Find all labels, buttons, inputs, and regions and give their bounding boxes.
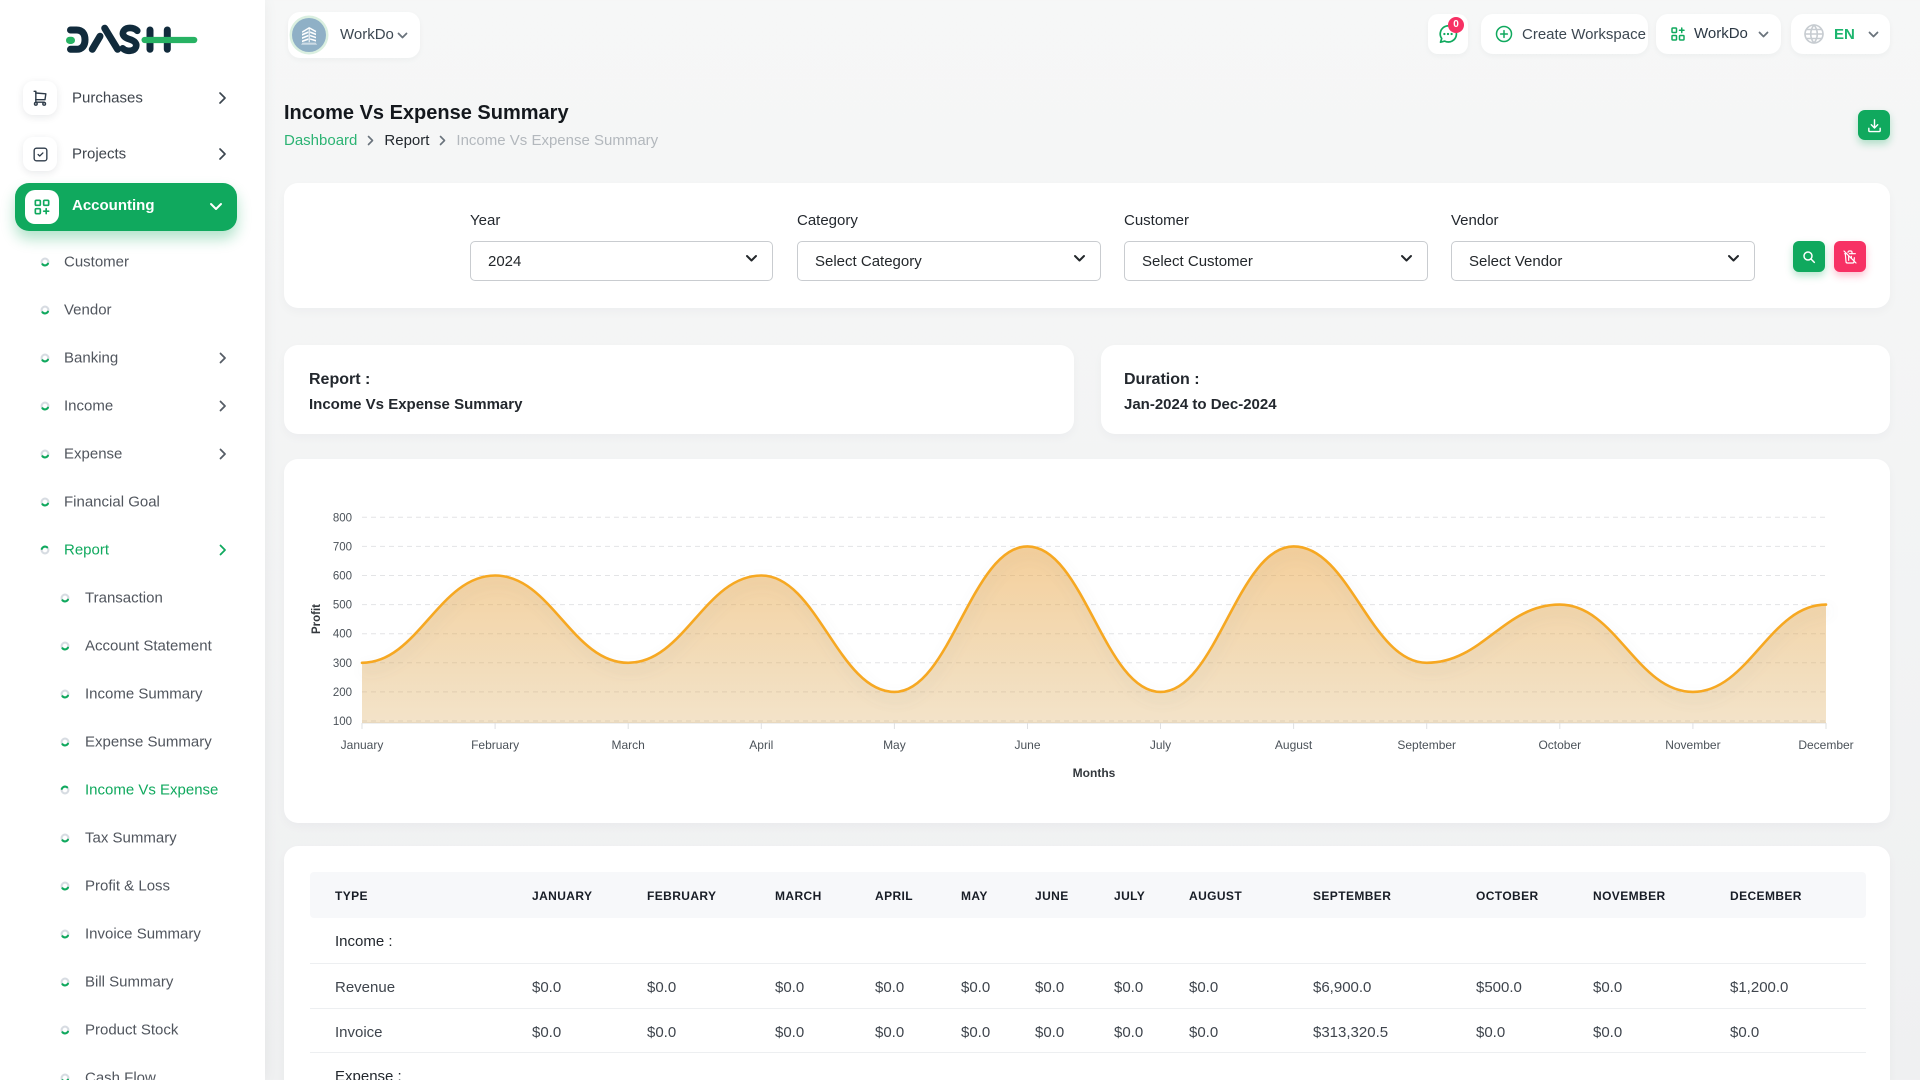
svg-text:700: 700 bbox=[333, 541, 352, 553]
svg-text:September: September bbox=[1397, 738, 1456, 752]
svg-text:March: March bbox=[612, 738, 645, 752]
svg-text:500: 500 bbox=[333, 600, 352, 612]
svg-text:300: 300 bbox=[333, 658, 352, 670]
svg-text:June: June bbox=[1014, 738, 1040, 752]
svg-text:200: 200 bbox=[333, 687, 352, 699]
svg-text:January: January bbox=[341, 738, 384, 752]
svg-text:August: August bbox=[1275, 738, 1313, 752]
svg-text:December: December bbox=[1798, 738, 1853, 752]
svg-text:600: 600 bbox=[333, 571, 352, 583]
svg-text:400: 400 bbox=[333, 629, 352, 641]
svg-text:February: February bbox=[471, 738, 519, 752]
svg-text:July: July bbox=[1150, 738, 1171, 752]
svg-text:Months: Months bbox=[1073, 766, 1116, 780]
svg-text:May: May bbox=[883, 738, 906, 752]
svg-text:November: November bbox=[1665, 738, 1720, 752]
svg-text:Profit: Profit bbox=[311, 604, 323, 634]
svg-text:October: October bbox=[1538, 738, 1581, 752]
svg-text:100: 100 bbox=[333, 716, 352, 728]
svg-text:800: 800 bbox=[333, 512, 352, 524]
svg-text:April: April bbox=[749, 738, 773, 752]
